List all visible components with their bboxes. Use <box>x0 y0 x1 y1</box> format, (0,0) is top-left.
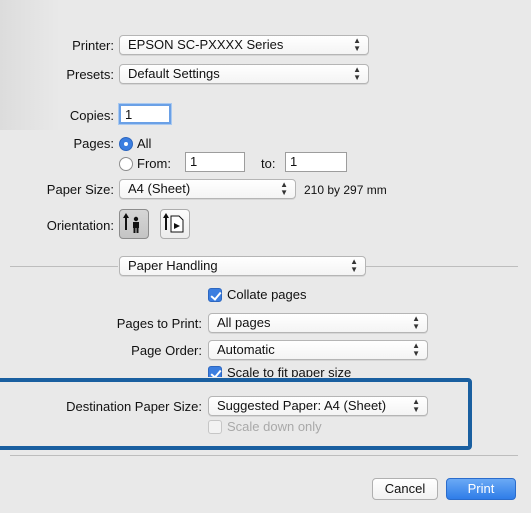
page-order-label: Page Order: <box>131 343 202 358</box>
popup-arrows-icon: ▲ ▼ <box>353 65 361 82</box>
collate-checkbox[interactable] <box>208 288 222 302</box>
scale-down-label: Scale down only <box>227 419 322 434</box>
landscape-orientation-icon[interactable] <box>160 209 190 239</box>
page-order-value: Automatic <box>217 342 275 357</box>
printer-label: Printer: <box>72 38 114 53</box>
pages-to-print-value: All pages <box>217 315 271 330</box>
paper-size-label: Paper Size: <box>46 182 114 197</box>
cancel-button[interactable]: Cancel <box>372 478 438 500</box>
pages-from-radio[interactable] <box>119 157 133 171</box>
destination-paper-label: Destination Paper Size: <box>66 399 202 414</box>
pages-label: Pages: <box>73 136 114 151</box>
print-button[interactable]: Print <box>446 478 516 500</box>
pages-from-field[interactable]: 1 <box>185 152 245 172</box>
presets-popup[interactable]: Default Settings ▲ ▼ <box>119 64 369 84</box>
pages-all-radio[interactable] <box>119 137 133 151</box>
copies-label: Copies: <box>69 108 114 123</box>
pages-to-print-popup[interactable]: All pages ▲ ▼ <box>208 313 428 333</box>
paper-size-value: A4 (Sheet) <box>128 181 191 196</box>
paper-dimensions: 210 by 297 mm <box>304 183 387 197</box>
printer-value: EPSON SC-PXXXX Series <box>128 37 284 52</box>
scale-to-fit-checkbox[interactable] <box>208 366 222 377</box>
destination-paper-value: Suggested Paper: A4 (Sheet) <box>217 398 387 413</box>
section-divider-right <box>366 266 518 267</box>
popup-arrows-icon: ▲ ▼ <box>350 257 358 274</box>
destination-paper-popup[interactable]: Suggested Paper: A4 (Sheet) ▲ ▼ <box>208 396 428 416</box>
pages-all-label: All <box>137 136 152 151</box>
collate-label: Collate pages <box>227 287 307 302</box>
presets-label: Presets: <box>66 67 114 82</box>
pages-to-print-label: Pages to Print: <box>116 316 202 331</box>
copies-field[interactable]: 1 <box>119 104 171 124</box>
printer-popup[interactable]: EPSON SC-PXXXX Series ▲ ▼ <box>119 35 369 55</box>
scale-to-fit-label: Scale to fit paper size <box>227 365 352 377</box>
paper-size-popup[interactable]: A4 (Sheet) ▲ ▼ <box>119 179 296 199</box>
popup-arrows-icon: ▲ ▼ <box>280 180 288 197</box>
popup-arrows-icon: ▲ ▼ <box>412 341 420 358</box>
page-order-popup[interactable]: Automatic ▲ ▼ <box>208 340 428 360</box>
pages-to-label: to: <box>261 156 276 171</box>
scale-down-checkbox[interactable] <box>208 420 222 434</box>
pages-to-field[interactable]: 1 <box>285 152 347 172</box>
pages-from-label: From: <box>137 156 171 171</box>
portrait-orientation-icon[interactable] <box>119 209 149 239</box>
presets-value: Default Settings <box>128 66 220 81</box>
section-popup-value: Paper Handling <box>128 258 218 273</box>
orientation-label: Orientation: <box>46 218 114 233</box>
popup-arrows-icon: ▲ ▼ <box>353 36 361 53</box>
bottom-divider <box>10 455 518 456</box>
scale-row-clip: Scale to fit paper size <box>200 362 400 377</box>
section-popup[interactable]: Paper Handling ▲ ▼ <box>119 256 366 276</box>
popup-arrows-icon: ▲ ▼ <box>412 397 420 414</box>
section-divider-left <box>10 266 118 267</box>
popup-arrows-icon: ▲ ▼ <box>412 314 420 331</box>
